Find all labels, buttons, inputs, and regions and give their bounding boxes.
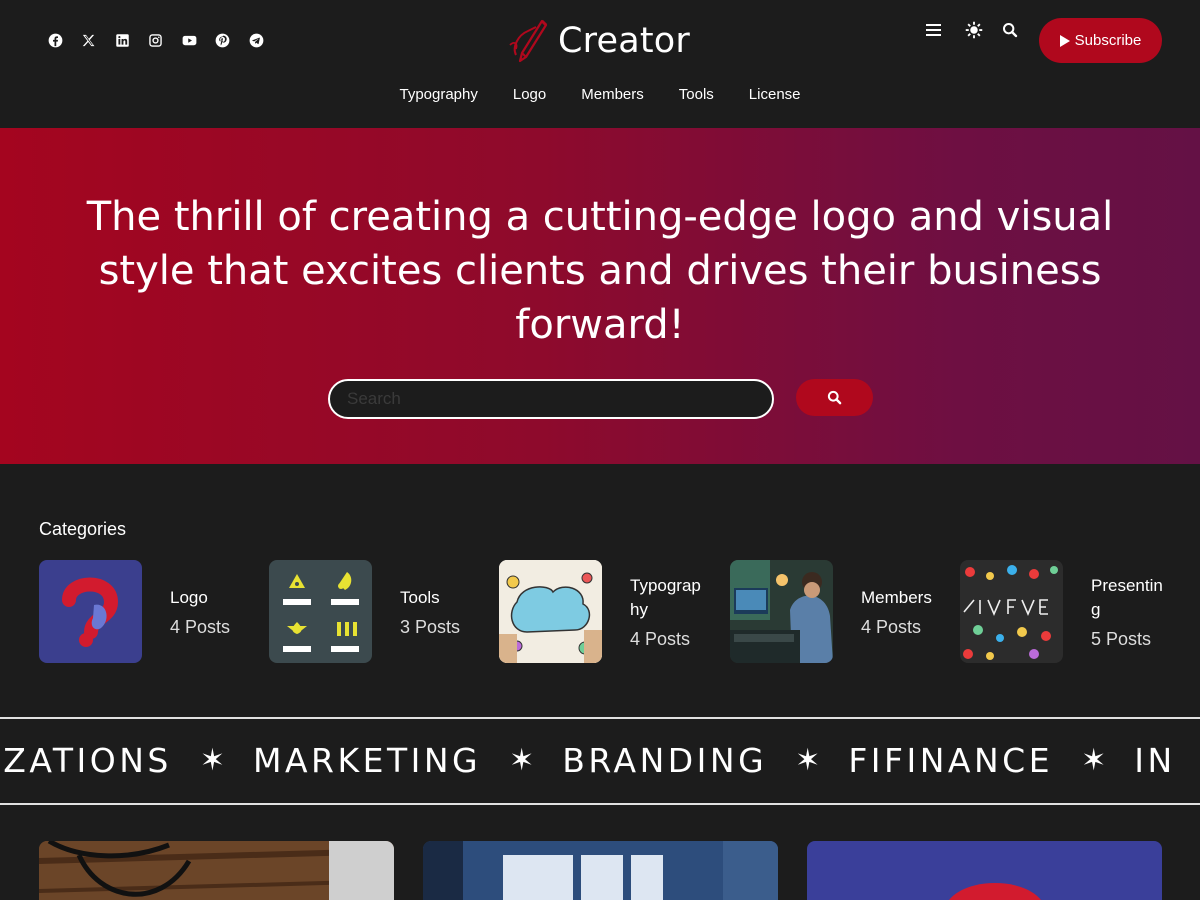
ticker-separator: ✶ (199, 743, 225, 778)
category-presenting[interactable]: Presenting 5 Posts (960, 560, 1180, 664)
hero-banner: The thrill of creating a cutting-edge lo… (0, 128, 1200, 464)
category-thumbnail[interactable] (499, 560, 602, 663)
instagram-icon[interactable] (147, 31, 165, 49)
menu-icon[interactable] (924, 20, 944, 40)
nav-item-typography[interactable]: Typography (382, 86, 495, 103)
category-name: Logo (170, 588, 208, 607)
post-card-thumbnail[interactable] (39, 841, 394, 900)
ticker-word: FIFINANCE (848, 741, 1054, 780)
brand-name: Creator (558, 21, 690, 61)
category-post-count: 3 Posts (400, 617, 461, 637)
category-name: Typography (630, 576, 701, 619)
subscribe-label: Subscribe (1074, 32, 1142, 49)
category-members[interactable]: Members 4 Posts (730, 560, 950, 664)
ticker-separator: ✶ (1081, 743, 1107, 778)
linkedin-icon[interactable] (113, 31, 131, 49)
pinterest-icon[interactable] (214, 31, 232, 49)
category-thumbnail[interactable] (269, 560, 372, 663)
category-typography[interactable]: Typography 4 Posts (499, 560, 719, 664)
main-nav: Typography Logo Members Tools License (0, 86, 1200, 103)
ticker-track: IZATIONS ✶ MARKETING ✶ BRANDING ✶ FIFINA… (0, 741, 1176, 780)
search-icon[interactable] (1000, 20, 1020, 40)
ticker-word: IN (1134, 741, 1176, 780)
category-name: Tools (400, 588, 440, 607)
site-header: Creator Subscribe Typography Logo Member… (0, 0, 1200, 128)
search-icon (827, 390, 842, 405)
youtube-icon[interactable] (180, 31, 198, 49)
ticker-word: MARKETING (253, 741, 482, 780)
category-thumbnail[interactable] (39, 560, 142, 663)
site-logo[interactable]: Creator (506, 16, 690, 66)
ticker-separator: ✶ (795, 743, 821, 778)
social-links (46, 31, 281, 49)
categories-title: Categories (39, 519, 127, 539)
ticker-separator: ✶ (509, 743, 535, 778)
post-card-thumbnail[interactable] (807, 841, 1162, 900)
category-name: Presenting (1091, 576, 1163, 619)
search-button[interactable] (796, 379, 873, 416)
ticker-word: BRANDING (562, 741, 768, 780)
nav-item-license[interactable]: License (731, 86, 818, 103)
x-icon[interactable] (80, 31, 98, 49)
telegram-icon[interactable] (247, 31, 265, 49)
theme-toggle-icon[interactable] (964, 20, 984, 40)
nav-item-logo[interactable]: Logo (495, 86, 563, 103)
category-thumbnail[interactable] (960, 560, 1063, 663)
tag-ticker: IZATIONS ✶ MARKETING ✶ BRANDING ✶ FIFINA… (0, 717, 1200, 805)
category-name: Members (861, 588, 932, 607)
nav-item-tools[interactable]: Tools (661, 86, 731, 103)
subscribe-button[interactable]: Subscribe (1039, 18, 1162, 63)
category-post-count: 4 Posts (170, 617, 231, 637)
hero-search-box (328, 379, 774, 419)
hero-headline: The thrill of creating a cutting-edge lo… (86, 194, 1114, 348)
nav-item-members[interactable]: Members (564, 86, 662, 103)
search-input[interactable] (330, 381, 772, 417)
pencil-logo-icon (509, 19, 548, 63)
ticker-word: IZATIONS (0, 741, 172, 780)
post-card-thumbnail[interactable] (423, 841, 778, 900)
category-post-count: 4 Posts (861, 617, 922, 637)
category-tools[interactable]: Tools 3 Posts (269, 560, 489, 664)
play-icon (1059, 34, 1070, 47)
category-post-count: 5 Posts (1091, 629, 1152, 649)
facebook-icon[interactable] (46, 31, 64, 49)
category-thumbnail[interactable] (730, 560, 833, 663)
category-post-count: 4 Posts (630, 629, 691, 649)
category-logo[interactable]: Logo 4 Posts (39, 560, 259, 664)
